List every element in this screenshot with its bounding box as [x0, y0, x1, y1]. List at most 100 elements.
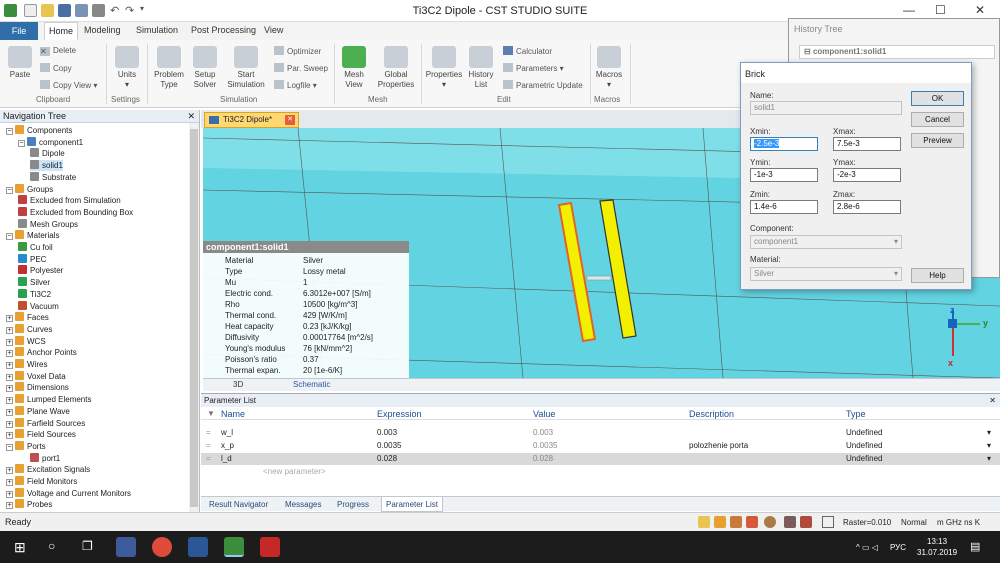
expand-icon[interactable]: +: [6, 397, 13, 405]
pick-edge-icon[interactable]: [730, 516, 742, 528]
history-list-button[interactable]: History List: [465, 46, 497, 90]
name-field[interactable]: solid1: [750, 101, 902, 115]
zmax-field[interactable]: 2.8e-6: [833, 200, 901, 214]
copy-view-button[interactable]: Copy View ▾: [40, 80, 97, 90]
start-simulation-button[interactable]: Start Simulation: [224, 46, 268, 90]
view-cube-icon[interactable]: [822, 516, 834, 528]
expand-icon[interactable]: −: [6, 443, 13, 451]
clock-date[interactable]: 31.07.2019: [917, 548, 957, 557]
par-sweep-button[interactable]: Par. Sweep: [274, 63, 328, 73]
parameters-button[interactable]: Parameters ▾: [503, 63, 564, 73]
expand-icon[interactable]: −: [6, 128, 13, 135]
tab-3d[interactable]: 3D: [233, 380, 243, 389]
tab-view[interactable]: View: [264, 25, 283, 35]
expand-icon[interactable]: +: [6, 490, 13, 498]
delete-button[interactable]: ✕ Delete: [40, 46, 76, 56]
ymax-field[interactable]: -2e-3: [833, 168, 901, 182]
parameter-name[interactable]: w_l: [221, 427, 233, 439]
macros-button[interactable]: Macros ▾: [594, 46, 624, 90]
xmax-field[interactable]: 7.5e-3: [833, 137, 901, 151]
nav-item[interactable]: Ti3C2: [18, 288, 51, 300]
nav-item[interactable]: Excluded from Bounding Box: [18, 206, 133, 218]
col-type[interactable]: Type: [846, 409, 866, 419]
nav-item[interactable]: Vacuum: [18, 300, 59, 312]
chevron-down-icon[interactable]: ▾: [987, 453, 991, 465]
clock-time[interactable]: 13:13: [927, 537, 947, 546]
parameter-expr[interactable]: 0.0035: [377, 440, 401, 452]
nav-item[interactable]: − component1: [18, 136, 83, 148]
new-parameter-row[interactable]: <new parameter>: [201, 466, 1000, 478]
expand-icon[interactable]: +: [6, 432, 13, 440]
nav-item[interactable]: − Groups: [6, 183, 53, 195]
task-view-icon[interactable]: ❐: [82, 539, 93, 553]
ok-button[interactable]: OK: [911, 91, 964, 106]
nav-item[interactable]: − Ports: [6, 440, 46, 452]
tab-progress[interactable]: Progress: [337, 500, 369, 509]
parameter-value[interactable]: 0.0035: [533, 440, 557, 452]
nav-item[interactable]: + Plane Wave: [6, 405, 70, 417]
parametric-update-button[interactable]: Parametric Update: [503, 80, 583, 90]
component-select[interactable]: component1 ▾: [750, 235, 902, 249]
parameter-name[interactable]: x_p: [221, 440, 234, 452]
tab-file[interactable]: File: [0, 22, 38, 40]
nav-item[interactable]: + Field Monitors: [6, 476, 77, 487]
save-app-icon[interactable]: [116, 537, 136, 557]
expand-icon[interactable]: −: [18, 139, 25, 147]
nav-item[interactable]: solid1: [30, 160, 63, 172]
close-button[interactable]: ✕: [975, 3, 985, 17]
nav-item[interactable]: Dipole: [30, 148, 65, 159]
properties-button[interactable]: Properties ▾: [425, 46, 463, 90]
global-properties-button[interactable]: Global Properties: [374, 46, 418, 90]
nav-item[interactable]: port1: [30, 452, 60, 464]
zmin-field[interactable]: 1.4e-6: [750, 200, 818, 214]
nav-item[interactable]: − Materials: [6, 230, 59, 241]
parameter-desc[interactable]: polozhenie porta: [689, 440, 748, 452]
nav-item[interactable]: + Probes: [6, 499, 52, 510]
measure-icon[interactable]: [784, 516, 796, 528]
nav-item[interactable]: + Lumped Elements: [6, 394, 91, 405]
tab-schematic[interactable]: Schematic: [293, 380, 330, 389]
parameter-row[interactable]: = x_p 0.0035 0.0035 polozhenie porta Undefine…: [201, 440, 1000, 452]
expand-icon[interactable]: +: [6, 467, 13, 475]
nav-item[interactable]: + Farfield Sources: [6, 417, 85, 429]
parameter-value[interactable]: 0.003: [533, 427, 553, 439]
col-expression[interactable]: Expression: [377, 409, 422, 419]
copy-button[interactable]: Copy: [40, 63, 72, 73]
preview-button[interactable]: Preview: [911, 133, 964, 148]
tab-result-navigator[interactable]: Result Navigator: [209, 500, 268, 509]
expand-icon[interactable]: +: [6, 326, 13, 334]
tab-simulation[interactable]: Simulation: [136, 25, 178, 35]
expand-icon[interactable]: +: [6, 315, 13, 323]
parameter-type[interactable]: Undefined: [846, 440, 882, 452]
chevron-down-icon[interactable]: ▾: [987, 440, 991, 452]
nav-item[interactable]: Substrate: [30, 171, 76, 183]
problem-type-button[interactable]: Problem Type: [152, 46, 186, 90]
expand-icon[interactable]: +: [6, 502, 13, 510]
logfile-button[interactable]: Logfile ▾: [274, 80, 317, 90]
nav-item[interactable]: Silver: [18, 277, 50, 288]
tab-messages[interactable]: Messages: [285, 500, 321, 509]
nav-item[interactable]: Mesh Groups: [18, 218, 78, 230]
close-icon[interactable]: ✕: [989, 394, 996, 407]
units-button[interactable]: Units ▾: [112, 46, 142, 90]
maximize-button[interactable]: ☐: [935, 3, 946, 17]
tab-modeling[interactable]: Modeling: [84, 25, 121, 35]
nav-item[interactable]: + Wires: [6, 359, 47, 370]
expand-icon[interactable]: −: [6, 186, 13, 194]
nav-item[interactable]: + Voxel Data: [6, 370, 66, 382]
filter-icon[interactable]: ▼: [207, 409, 215, 418]
expand-icon[interactable]: +: [6, 350, 13, 358]
col-value[interactable]: Value: [533, 409, 555, 419]
col-name[interactable]: Name: [221, 409, 245, 419]
mesh-mode[interactable]: Normal: [901, 518, 927, 527]
cancel-button[interactable]: Cancel: [911, 112, 964, 127]
nav-item[interactable]: + Dimensions: [6, 382, 69, 393]
expand-icon[interactable]: +: [6, 362, 13, 369]
expand-icon[interactable]: +: [6, 338, 13, 346]
minimize-button[interactable]: —: [903, 3, 915, 17]
parameter-name[interactable]: l_d: [221, 453, 232, 465]
parameter-type[interactable]: Undefined: [846, 427, 882, 439]
optimizer-button[interactable]: Optimizer: [274, 46, 321, 56]
history-item[interactable]: ⊟ component1:solid1: [799, 45, 995, 59]
parameter-expr[interactable]: 0.003: [377, 427, 397, 439]
